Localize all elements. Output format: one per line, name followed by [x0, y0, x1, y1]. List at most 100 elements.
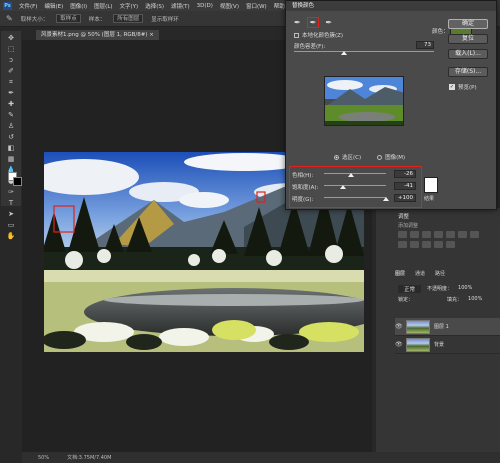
hue-slider[interactable] — [324, 171, 386, 177]
image-radio[interactable] — [377, 154, 383, 160]
menu-filter[interactable]: 滤镜(T) — [171, 2, 190, 10]
lightness-input[interactable]: +100 — [394, 194, 416, 202]
color-swatches[interactable] — [8, 172, 22, 186]
tab-channels[interactable]: 通道 — [415, 270, 425, 279]
preview-checkbox[interactable]: ✓ — [449, 84, 455, 90]
menu-window[interactable]: 窗口(W) — [246, 2, 267, 10]
tab-layers[interactable]: 图层 — [395, 270, 405, 279]
eye-icon[interactable]: 👁 — [395, 341, 403, 348]
hue-saturation-icon[interactable] — [458, 231, 467, 238]
channel-mixer-icon[interactable] — [422, 241, 431, 248]
levels-icon[interactable] — [410, 231, 419, 238]
fill-label: 填充： — [447, 297, 463, 303]
preview-row: ✓ 预览(P) — [449, 83, 477, 91]
lightness-thumb — [383, 197, 389, 201]
selection-preview[interactable] — [324, 76, 404, 126]
fill-value[interactable]: 100% — [468, 296, 482, 303]
healing-tool-icon[interactable]: ✚ — [5, 100, 17, 109]
fuzziness-input[interactable]: 73 — [416, 41, 434, 49]
fuzziness-slider[interactable] — [294, 49, 434, 55]
shape-tool-icon[interactable]: ▭ — [5, 221, 17, 230]
brush-tool-icon[interactable]: ✎ — [5, 111, 17, 120]
layer-row[interactable]: 👁 背景 — [395, 336, 500, 354]
sample-select[interactable]: 所有图层 — [113, 14, 144, 23]
localized-clusters-checkbox[interactable] — [294, 32, 299, 38]
localized-clusters-row: 本地化颜色簇(Z) — [294, 31, 343, 39]
adjustments-title: 调整 — [398, 214, 410, 220]
blend-mode-select[interactable]: 正常 — [398, 285, 422, 293]
marquee-tool-icon[interactable]: ⬚ — [5, 45, 17, 54]
menu-3d[interactable]: 3D(D) — [197, 3, 213, 9]
type-tool-icon[interactable]: T — [5, 199, 17, 208]
eyedropper-tool-icon[interactable]: ✎ — [6, 14, 13, 23]
zoom-level[interactable]: 50% — [38, 455, 49, 461]
lightness-label: 明度(G): — [292, 197, 314, 203]
status-bar: 50% 文档:3.75M/7.40M — [22, 452, 500, 463]
color-balance-icon[interactable] — [470, 231, 479, 238]
lasso-tool-icon[interactable]: ↄ — [5, 56, 17, 65]
load-button[interactable]: 载入(L)... — [448, 49, 488, 59]
saturation-input[interactable]: -41 — [394, 182, 416, 190]
menu-view[interactable]: 视图(V) — [220, 2, 239, 10]
background-color[interactable] — [13, 177, 22, 186]
exposure-icon[interactable] — [434, 231, 443, 238]
saturation-label: 饱和度(A): — [292, 185, 319, 191]
stamp-tool-icon[interactable]: ♙ — [5, 122, 17, 131]
menu-image[interactable]: 图像(I) — [70, 2, 87, 10]
eraser-tool-icon[interactable]: ◧ — [5, 144, 17, 153]
layer-name: 图层 1 — [434, 324, 449, 330]
gradient-tool-icon[interactable]: ▦ — [5, 155, 17, 164]
tab-paths[interactable]: 路径 — [435, 270, 445, 279]
layer-options: 正常 不透明度： 100% — [398, 285, 498, 293]
eyedropper-group: ✒ ✒ ✒ — [294, 17, 332, 28]
menu-select[interactable]: 选择(S) — [145, 2, 164, 10]
lightness-slider[interactable] — [324, 195, 389, 201]
menu-edit[interactable]: 编辑(E) — [44, 2, 63, 10]
menu-layer[interactable]: 图层(L) — [94, 2, 112, 10]
path-select-icon[interactable]: ➤ — [5, 210, 17, 219]
result-swatch[interactable] — [424, 177, 438, 193]
posterize-icon[interactable] — [446, 241, 455, 248]
crop-tool-icon[interactable]: ⌗ — [5, 78, 17, 87]
hue-input[interactable]: -26 — [394, 170, 416, 178]
ok-button[interactable]: 确定 — [448, 19, 488, 29]
curves-icon[interactable] — [422, 231, 431, 238]
eyedropper-icon[interactable]: ✒ — [5, 89, 17, 98]
fuzziness-thumb — [341, 51, 348, 55]
quick-select-tool-icon[interactable]: ✐ — [5, 67, 17, 76]
history-brush-icon[interactable]: ↺ — [5, 133, 17, 142]
hue-thumb — [348, 173, 355, 177]
document-tab[interactable]: 风景素材1.png @ 50% (图层 1, RGB/8#) × — [36, 30, 159, 40]
opacity-value[interactable]: 100% — [458, 285, 472, 293]
lock-label: 锁定： — [398, 297, 414, 303]
brightness-icon[interactable] — [398, 231, 407, 238]
eyedropper-minus-icon[interactable]: ✒ — [325, 18, 332, 27]
selection-label: 选区(C) — [342, 155, 362, 161]
eyedropper-icon[interactable]: ✒ — [294, 18, 301, 27]
sample-size-select[interactable]: 取样点 — [56, 14, 81, 23]
bw-icon[interactable] — [398, 241, 407, 248]
sample-size-label: 取样大小： — [20, 16, 49, 23]
localized-clusters-label: 本地化颜色簇(Z) — [302, 33, 344, 39]
opacity-label: 不透明度： — [427, 286, 453, 292]
eyedropper-plus-icon[interactable]: ✒ — [306, 17, 320, 28]
eye-icon[interactable]: 👁 — [395, 323, 403, 330]
show-ring-checkbox[interactable]: 显示取样环 — [151, 15, 179, 23]
save-button[interactable]: 存储(S)... — [448, 67, 488, 77]
selection-radio[interactable] — [334, 154, 339, 160]
photo-filter-icon[interactable] — [410, 241, 419, 248]
menu-type[interactable]: 文字(Y) — [120, 2, 139, 10]
image-label: 图像(M) — [385, 155, 406, 161]
menu-file[interactable]: 文件(F) — [19, 2, 37, 10]
saturation-slider[interactable] — [324, 183, 386, 189]
photoshop-logo: Ps — [3, 1, 12, 10]
move-tool-icon[interactable]: ✥ — [5, 34, 17, 43]
result-label: 结果 — [424, 196, 435, 202]
pen-tool-icon[interactable]: ✑ — [5, 188, 17, 197]
hand-tool-icon[interactable]: ✋ — [5, 232, 17, 241]
vibrance-icon[interactable] — [446, 231, 455, 238]
reset-button[interactable]: 复位 — [448, 34, 488, 44]
invert-icon[interactable] — [434, 241, 443, 248]
layer-row[interactable]: 👁 图层 1 — [395, 318, 500, 336]
layer-panel-tabs: 图层 通道 路径 — [395, 270, 500, 279]
